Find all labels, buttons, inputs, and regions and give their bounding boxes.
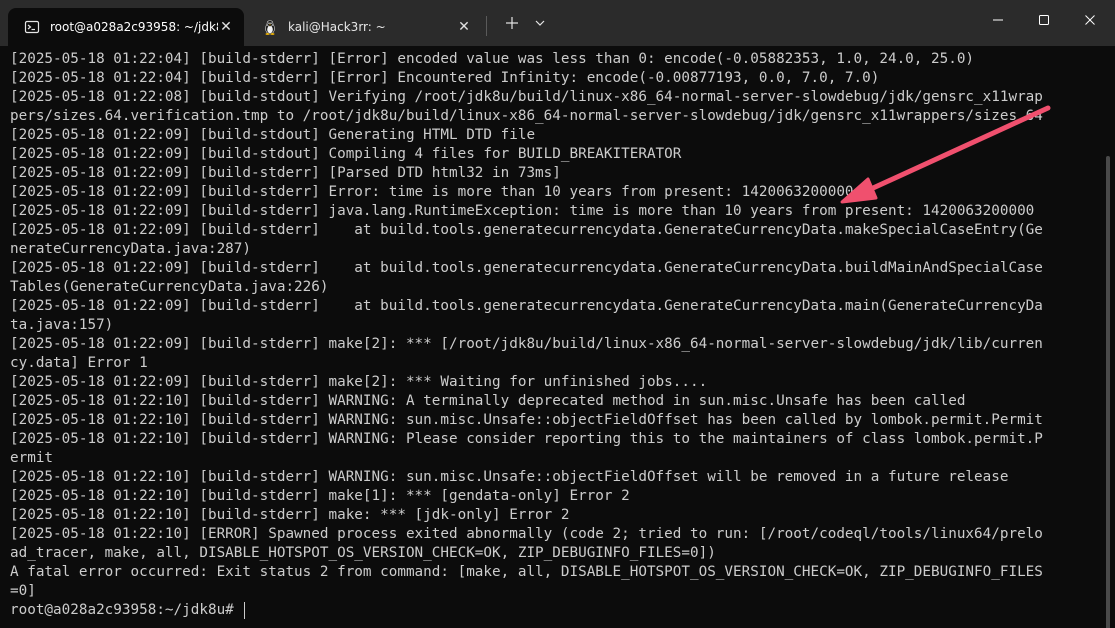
- terminal-line: [2025-05-18 01:22:09] [build-stderr] mak…: [10, 374, 708, 390]
- terminal-line: [2025-05-18 01:22:08] [build-stdout] Ver…: [10, 89, 1043, 105]
- terminal-line: nerateCurrencyData.java:287): [10, 241, 252, 257]
- close-icon: [1085, 15, 1095, 25]
- terminal-line: [2025-05-18 01:22:04] [build-stderr] [Er…: [10, 51, 975, 67]
- terminal-line: [2025-05-18 01:22:09] [build-stderr] jav…: [10, 203, 1035, 219]
- minimize-button[interactable]: [975, 0, 1021, 40]
- tab-dropdown-button[interactable]: [528, 8, 552, 38]
- plus-icon: [506, 17, 518, 29]
- maximize-icon: [1039, 15, 1049, 25]
- terminal-line: Tables(GenerateCurrencyData.java:226): [10, 279, 329, 295]
- linux-penguin-icon: [262, 19, 278, 35]
- terminal-line: [2025-05-18 01:22:10] [build-stderr] mak…: [10, 507, 570, 523]
- terminal-line: [2025-05-18 01:22:09] [build-stdout] Gen…: [10, 127, 536, 143]
- terminal-line: [2025-05-18 01:22:09] [build-stderr] at …: [10, 298, 1043, 314]
- terminal-line: [2025-05-18 01:22:10] [build-stderr] WAR…: [10, 469, 1009, 485]
- terminal-line: ad_tracer, make, all, DISABLE_HOTSPOT_OS…: [10, 545, 716, 561]
- terminal-line: [2025-05-18 01:22:09] [build-stderr] [Pa…: [10, 165, 561, 181]
- close-icon[interactable]: ✕: [218, 19, 234, 35]
- terminal-line: [2025-05-18 01:22:09] [build-stderr] mak…: [10, 336, 1043, 352]
- terminal-line: ta.java:157): [10, 317, 114, 333]
- terminal-output-area[interactable]: [2025-05-18 01:22:04] [build-stderr] [Er…: [0, 46, 1115, 628]
- tab-label: root@a028a2c93958: ~/jdk8u: [50, 20, 218, 34]
- tab-label: kali@Hack3rr: ~: [288, 20, 386, 34]
- terminal-line: pers/sizes.64.verification.tmp to /root/…: [10, 108, 1043, 124]
- terminal-line: A fatal error occurred: Exit status 2 fr…: [10, 564, 1043, 580]
- terminal-line: [2025-05-18 01:22:10] [build-stderr] WAR…: [10, 431, 1043, 447]
- terminal-line: [2025-05-18 01:22:10] [ERROR] Spawned pr…: [10, 526, 1043, 542]
- terminal-line: [2025-05-18 01:22:10] [build-stderr] WAR…: [10, 412, 1043, 428]
- terminal-line: [2025-05-18 01:22:09] [build-stderr] Err…: [10, 184, 854, 200]
- minimize-icon: [993, 19, 1003, 21]
- terminal-lines: [2025-05-18 01:22:04] [build-stderr] [Er…: [10, 50, 1100, 620]
- terminal-line: cy.data] Error 1: [10, 355, 148, 371]
- terminal-window: root@a028a2c93958: ~/jdk8u ✕ kali@Hack3r…: [0, 0, 1115, 628]
- maximize-button[interactable]: [1021, 0, 1067, 40]
- terminal-line: [2025-05-18 01:22:10] [build-stderr] WAR…: [10, 393, 966, 409]
- tab-kali-hack3rr[interactable]: kali@Hack3rr: ~ ✕: [246, 8, 482, 46]
- close-window-button[interactable]: [1067, 0, 1113, 40]
- terminal-line: [2025-05-18 01:22:10] [build-stderr] mak…: [10, 488, 630, 504]
- terminal-icon: [24, 19, 40, 35]
- terminal-line: [2025-05-18 01:22:09] [build-stderr] at …: [10, 260, 1043, 276]
- tab-divider: [486, 16, 487, 36]
- terminal-line: [2025-05-18 01:22:09] [build-stdout] Com…: [10, 146, 682, 162]
- scrollbar[interactable]: [1106, 156, 1110, 628]
- tab-root-jdk8u[interactable]: root@a028a2c93958: ~/jdk8u ✕: [8, 8, 244, 46]
- terminal-line: [2025-05-18 01:22:04] [build-stderr] [Er…: [10, 70, 880, 86]
- terminal-line: ermit: [10, 450, 54, 466]
- title-bar: root@a028a2c93958: ~/jdk8u ✕ kali@Hack3r…: [0, 0, 1115, 46]
- terminal-line: =0]: [10, 583, 36, 599]
- shell-prompt-line[interactable]: root@a028a2c93958:~/jdk8u#: [10, 601, 1100, 620]
- new-tab-button[interactable]: [498, 8, 526, 38]
- chevron-down-icon: [535, 20, 545, 26]
- text-cursor: [243, 602, 245, 619]
- terminal-line: [2025-05-18 01:22:09] [build-stderr] at …: [10, 222, 1043, 238]
- close-icon[interactable]: ✕: [456, 19, 472, 35]
- shell-prompt: root@a028a2c93958:~/jdk8u#: [10, 602, 234, 618]
